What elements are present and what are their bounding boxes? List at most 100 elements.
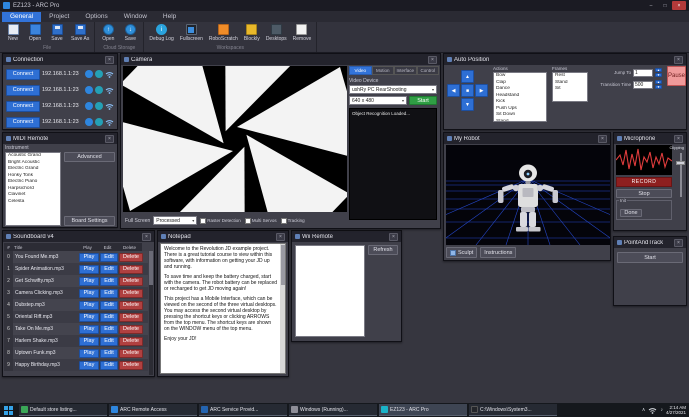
taskbar-item[interactable]: ARC Service Provid... [199, 404, 287, 416]
tab-general[interactable]: General [2, 12, 41, 22]
play-button[interactable]: Play [79, 253, 99, 262]
action-item[interactable]: Stand [494, 119, 546, 123]
delete-button[interactable]: Delete [119, 325, 143, 334]
robot-3d-view[interactable] [446, 145, 610, 245]
open-project-button[interactable]: Open [25, 23, 45, 43]
close-icon[interactable]: × [142, 233, 151, 241]
close-icon[interactable]: × [598, 135, 607, 143]
volume-icon[interactable]: ♪ [660, 407, 663, 413]
close-icon[interactable]: × [105, 56, 114, 64]
tab-project[interactable]: Project [41, 12, 77, 22]
increment-button[interactable]: ▲ [655, 68, 662, 72]
taskbar-clock[interactable]: 2:14 AM 4/27/2021 [666, 405, 686, 416]
play-button[interactable]: Play [79, 301, 99, 310]
board-settings-button[interactable]: Board Settings [64, 216, 115, 226]
network-icon[interactable] [648, 406, 657, 414]
edit-button[interactable]: Edit [100, 277, 118, 286]
actions-listbox[interactable]: BowClapDanceHeadstandKickPush UpsSit Dow… [493, 72, 547, 122]
instrument-item[interactable]: Celesta [6, 199, 60, 206]
tab-help[interactable]: Help [155, 12, 184, 22]
scrollbar[interactable] [280, 244, 285, 373]
taskbar-item-active[interactable]: EZ123 - ARC Pro [379, 404, 467, 416]
transition-time-value[interactable]: 500 [633, 81, 653, 89]
edit-button[interactable]: Edit [100, 361, 118, 370]
play-button[interactable]: Play [79, 265, 99, 274]
fullscreen-button[interactable]: Fullscreen [178, 23, 205, 43]
edit-button[interactable]: Edit [100, 265, 118, 274]
close-icon[interactable]: × [105, 135, 114, 143]
delete-button[interactable]: Delete [119, 289, 143, 298]
play-button[interactable]: Play [79, 325, 99, 334]
refresh-button[interactable]: Refresh [368, 245, 398, 255]
increment-button[interactable]: ▲ [655, 80, 662, 84]
play-button[interactable]: Play [79, 361, 99, 370]
new-project-button[interactable]: New [3, 23, 23, 43]
stop-button[interactable]: Stop [616, 189, 672, 198]
jump-to-value[interactable]: 1 [633, 69, 653, 77]
save-project-button[interactable]: Save [47, 23, 67, 43]
close-icon[interactable]: × [276, 233, 285, 241]
delete-button[interactable]: Delete [119, 301, 143, 310]
video-device-select[interactable]: ushRy PC RearShooting▾ [349, 85, 437, 94]
fullscreen-label[interactable]: Full Screen [125, 218, 150, 224]
play-button[interactable]: Play [79, 277, 99, 286]
dpad-stop-button[interactable]: ■ [461, 84, 474, 97]
checkbox[interactable] [245, 218, 251, 224]
notepad-textarea[interactable]: Welcome to the Revolution JD example pro… [160, 243, 286, 374]
delete-button[interactable]: Delete [119, 277, 143, 286]
dpad-up-button[interactable]: ▲ [461, 70, 474, 83]
taskbar-item[interactable]: Windows (Running)... [289, 404, 377, 416]
roboscratch-button[interactable]: RoboScratch [207, 23, 240, 43]
tab-video[interactable]: Video [349, 66, 372, 75]
edit-button[interactable]: Edit [100, 289, 118, 298]
edit-button[interactable]: Edit [100, 349, 118, 358]
checkbox[interactable] [200, 218, 206, 224]
decrement-button[interactable]: ▼ [655, 85, 662, 89]
tab-window[interactable]: Window [116, 12, 155, 22]
slider-thumb[interactable] [676, 161, 685, 165]
delete-button[interactable]: Delete [119, 361, 143, 370]
dpad-left-button[interactable]: ◀ [447, 84, 460, 97]
instrument-listbox[interactable]: Acoustic GrandBright AcousticElectric Gr… [5, 152, 61, 226]
dpad-down-button[interactable]: ▼ [461, 98, 474, 111]
wii-device-listbox[interactable] [295, 245, 365, 337]
maximize-button[interactable]: □ [658, 1, 672, 10]
cloud-save-button[interactable]: ↓Save [120, 23, 140, 43]
close-icon[interactable]: × [428, 56, 437, 64]
blockly-button[interactable]: Blockly [242, 23, 262, 43]
display-mode-select[interactable]: Processed▾ [153, 216, 197, 225]
start-tracking-button[interactable]: Start [617, 252, 683, 263]
tray-expand-icon[interactable]: ∧ [642, 407, 646, 413]
pause-button[interactable]: Pause [667, 66, 686, 86]
close-icon[interactable]: × [389, 233, 398, 241]
play-button[interactable]: Play [79, 313, 99, 322]
done-button[interactable]: Done [620, 209, 642, 217]
close-icon[interactable]: × [674, 239, 683, 247]
close-icon[interactable]: × [674, 56, 683, 64]
start-camera-button[interactable]: Start [409, 96, 437, 105]
scrollbar-thumb[interactable] [281, 245, 285, 285]
edit-button[interactable]: Edit [100, 301, 118, 310]
play-button[interactable]: Play [79, 349, 99, 358]
delete-button[interactable]: Delete [119, 349, 143, 358]
scrollbar[interactable] [149, 251, 153, 375]
debug-log-button[interactable]: iDebug Log [147, 23, 175, 43]
connect-button[interactable]: Connect [6, 85, 40, 96]
save-as-button[interactable]: Save As [69, 23, 91, 43]
close-button[interactable]: × [672, 1, 686, 10]
instructions-button[interactable]: Instructions [480, 247, 516, 258]
cloud-open-button[interactable]: ↑Open [98, 23, 118, 43]
edit-button[interactable]: Edit [100, 313, 118, 322]
tab-options[interactable]: Options [77, 12, 115, 22]
resolution-select[interactable]: 640 x 480▾ [349, 96, 407, 105]
advanced-button[interactable]: Advanced [64, 152, 115, 162]
taskbar-item[interactable]: ARC Remote Access [109, 404, 197, 416]
desktops-button[interactable]: Desktops [264, 23, 289, 43]
taskbar-item[interactable]: Default store listing... [19, 404, 107, 416]
tab-control[interactable]: Control [417, 66, 440, 75]
checkbox[interactable] [281, 218, 287, 224]
frame-item[interactable]: Sit [553, 86, 587, 93]
delete-button[interactable]: Delete [119, 313, 143, 322]
connect-button[interactable]: Connect [6, 69, 40, 80]
edit-button[interactable]: Edit [100, 337, 118, 346]
